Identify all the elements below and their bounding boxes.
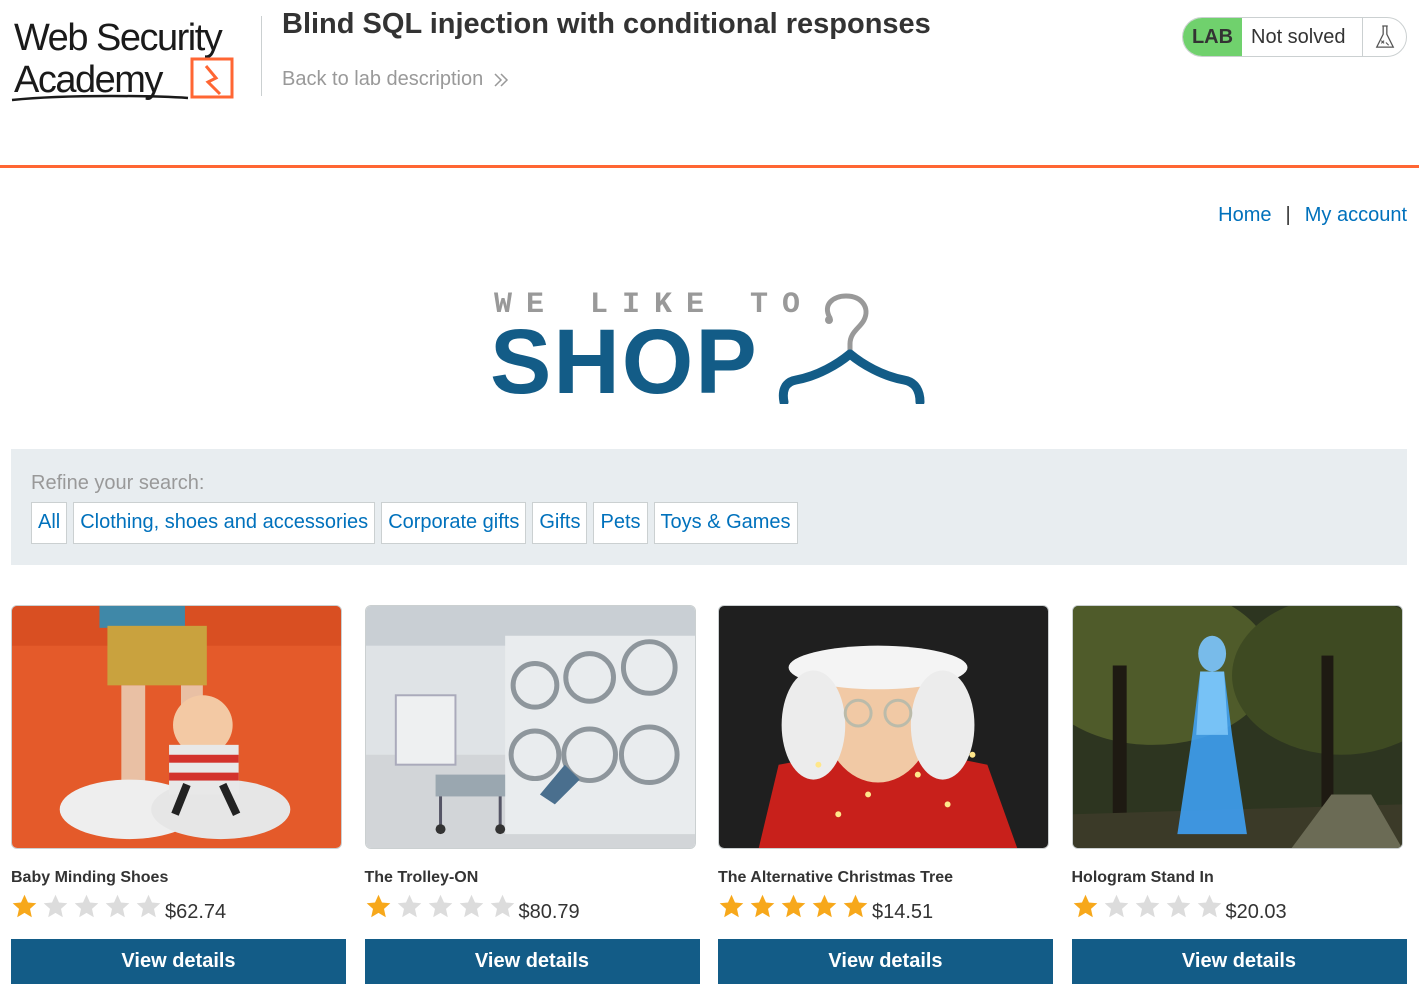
- product-rating: [11, 893, 162, 920]
- star-empty-icon: [1135, 894, 1159, 918]
- product-price: $62.74: [165, 901, 227, 923]
- product-card: The Alternative Christmas Tree $14.51 Vi…: [718, 605, 1053, 985]
- product-price: $14.51: [872, 901, 934, 923]
- star-empty-icon: [397, 894, 421, 918]
- product-name: The Alternative Christmas Tree: [718, 869, 954, 886]
- search-filter: Refine your search: All Clothing, shoes …: [11, 449, 1407, 565]
- nav-separator: |: [1285, 204, 1291, 226]
- category-all[interactable]: All: [31, 502, 68, 544]
- banner-title: SHOP: [490, 311, 759, 413]
- product-price: $20.03: [1225, 901, 1287, 923]
- filter-label: Refine your search:: [31, 472, 205, 494]
- lab-status-widget: LAB Not solved: [1182, 17, 1407, 57]
- product-image[interactable]: [718, 605, 1049, 849]
- star-filled-icon: [812, 894, 837, 918]
- product-image[interactable]: [1071, 605, 1403, 849]
- product-image[interactable]: [11, 605, 342, 849]
- star-filled-icon: [719, 894, 744, 918]
- product-name: The Trolley-ON: [364, 869, 479, 886]
- category-pets[interactable]: Pets: [593, 502, 648, 544]
- category-clothing[interactable]: Clothing, shoes and accessories: [73, 502, 376, 544]
- view-details-button[interactable]: View details: [718, 939, 1053, 984]
- star-empty-icon: [490, 894, 514, 918]
- double-chevron-right-icon: [494, 72, 509, 87]
- logo-divider: [261, 16, 262, 96]
- star-filled-icon: [1073, 894, 1097, 918]
- top-nav: Home | My account: [1218, 204, 1407, 227]
- star-empty-icon: [136, 894, 161, 918]
- view-details-button[interactable]: View details: [11, 939, 346, 984]
- hanger-icon: [778, 293, 925, 404]
- lab-status-text: Not solved: [1242, 18, 1363, 56]
- my-account-link[interactable]: My account: [1305, 204, 1407, 227]
- product-card: Baby Minding Shoes $62.74 View details: [11, 605, 346, 985]
- flask-icon: [1363, 18, 1406, 56]
- logo-line2: Academy: [14, 59, 163, 101]
- product-name: Baby Minding Shoes: [11, 869, 169, 886]
- star-empty-icon: [74, 894, 99, 918]
- star-empty-icon: [1104, 894, 1128, 918]
- home-link[interactable]: Home: [1218, 204, 1271, 227]
- view-details-button[interactable]: View details: [364, 939, 700, 984]
- product-rating: [718, 893, 869, 920]
- star-empty-icon: [43, 894, 68, 918]
- lab-badge: LAB: [1183, 18, 1242, 56]
- category-gifts[interactable]: Gifts: [532, 502, 588, 544]
- star-empty-icon: [428, 894, 452, 918]
- category-toys-games[interactable]: Toys & Games: [653, 502, 798, 544]
- star-filled-icon: [12, 894, 37, 918]
- product-rating: [1072, 893, 1223, 920]
- logo-line1: Web Security: [14, 17, 223, 59]
- lab-header: Web Security Academy Blind SQL injection…: [0, 0, 1419, 168]
- product-image[interactable]: [364, 605, 696, 849]
- star-filled-icon: [366, 894, 390, 918]
- product-card: Hologram Stand In $20.03 View details: [1071, 605, 1407, 985]
- view-details-button[interactable]: View details: [1071, 939, 1407, 984]
- star-empty-icon: [1166, 894, 1190, 918]
- category-corporate-gifts[interactable]: Corporate gifts: [381, 502, 527, 544]
- web-security-academy-logo[interactable]: Web Security Academy: [10, 14, 260, 104]
- back-to-lab-description-link[interactable]: Back to lab description: [282, 68, 509, 91]
- back-link-label: Back to lab description: [282, 68, 484, 90]
- category-list: All Clothing, shoes and accessories Corp…: [31, 502, 798, 544]
- shop-banner: WE LIKE TO SHOP: [490, 288, 930, 408]
- star-empty-icon: [1197, 894, 1221, 918]
- star-empty-icon: [459, 894, 483, 918]
- star-empty-icon: [105, 894, 130, 918]
- star-filled-icon: [750, 894, 775, 918]
- product-rating: [365, 893, 516, 920]
- product-name: Hologram Stand In: [1071, 869, 1214, 886]
- product-price: $80.79: [518, 901, 580, 923]
- lab-title: Blind SQL injection with conditional res…: [282, 8, 931, 40]
- star-filled-icon: [781, 894, 806, 918]
- product-card: The Trolley-ON $80.79 View details: [364, 605, 700, 985]
- star-filled-icon: [843, 894, 868, 918]
- product-grid: Baby Minding Shoes $62.74 View details T…: [11, 605, 1407, 985]
